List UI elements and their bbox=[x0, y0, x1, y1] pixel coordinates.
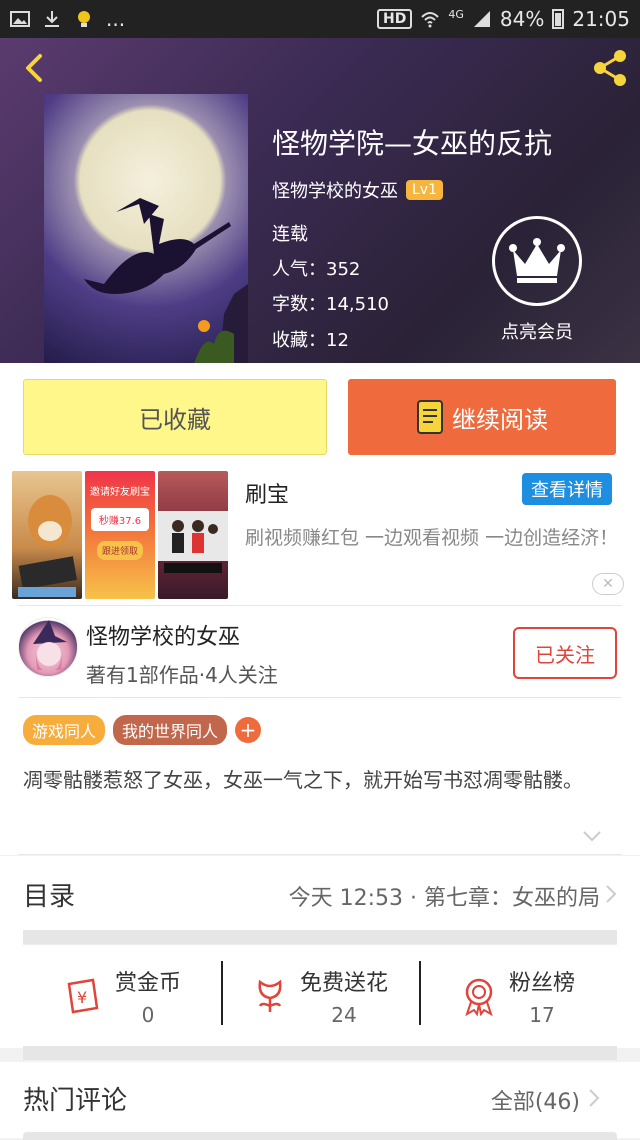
comments-chevron-icon bbox=[589, 1089, 600, 1107]
book-title: 怪物学院—女巫的反抗 bbox=[272, 127, 553, 160]
hot-comments-header[interactable]: 热门评论 全部(46) bbox=[0, 1062, 640, 1140]
witch-silhouette-illustration bbox=[84, 198, 248, 363]
book-popularity: 人气：352 bbox=[272, 259, 361, 280]
wifi-icon bbox=[421, 12, 440, 28]
ad-banner[interactable]: 邀请好友刷宝 秒赚37.6 跟进领取 刷宝 查看详情 刷视频赚红包 一边观看视频… bbox=[0, 463, 640, 605]
author-section: 怪物学校的女巫 著有1部作品·4人关注 已关注 游戏同人 我的世界同人 + 凋零… bbox=[0, 605, 640, 855]
tag-minecraft-fanfic[interactable]: 我的世界同人 bbox=[113, 715, 228, 745]
action-buttons: 已收藏 继续阅读 bbox=[0, 363, 640, 463]
battery-icon bbox=[552, 9, 565, 29]
tag-list: 游戏同人 我的世界同人 + bbox=[23, 715, 262, 745]
table-of-contents-row[interactable]: 目录 今天 12:53 · 第七章：女巫的局 bbox=[0, 856, 640, 930]
witch-avatar-illustration bbox=[33, 620, 67, 670]
continue-reading-label: 继续阅读 bbox=[452, 405, 548, 434]
send-flower-value: 24 bbox=[331, 1002, 357, 1027]
all-comments-link[interactable]: 全部(46) bbox=[491, 1084, 580, 1116]
fan-ranking-stat[interactable]: 粉丝榜 17 bbox=[419, 945, 617, 1046]
reward-coin-stat[interactable]: ¥ 赏金币 0 bbox=[23, 945, 221, 1046]
book-word-count: 字数：14,510 bbox=[272, 294, 389, 315]
toc-title: 目录 bbox=[23, 882, 76, 912]
ad-invite-amount: 秒赚37.6 bbox=[91, 508, 149, 531]
medal-icon bbox=[465, 978, 493, 1016]
expand-chevron-icon[interactable] bbox=[582, 829, 602, 843]
favorited-button[interactable]: 已收藏 bbox=[23, 379, 327, 455]
ad-invite-text: 邀请好友刷宝 bbox=[90, 487, 150, 498]
coin-icon: ¥ bbox=[67, 978, 99, 1013]
book-icon bbox=[417, 400, 443, 434]
send-flower-label: 免费送花 bbox=[299, 970, 388, 996]
stats-section: ¥ 赏金币 0 免费送花 24 粉丝榜 17 bbox=[0, 930, 640, 1048]
more-notifications: ... bbox=[106, 7, 126, 31]
send-flower-stat[interactable]: 免费送花 24 bbox=[221, 945, 419, 1046]
share-icon[interactable] bbox=[588, 46, 632, 90]
show-illustration bbox=[158, 511, 228, 573]
battery-percent: 84% bbox=[499, 7, 545, 31]
fan-ranking-label: 粉丝榜 bbox=[508, 970, 575, 996]
vip-crown-button[interactable] bbox=[492, 216, 582, 306]
book-status: 连载 bbox=[272, 224, 308, 245]
book-description: 凋零骷髅惹怒了女巫，女巫一气之下，就开始写书怼凋零骷髅。 bbox=[23, 768, 583, 792]
ad-invite-button: 跟进领取 bbox=[97, 541, 143, 560]
reward-coin-value: 0 bbox=[141, 1002, 155, 1027]
back-arrow-icon[interactable] bbox=[12, 46, 56, 90]
ad-image-show[interactable] bbox=[158, 471, 228, 599]
hot-comments-title: 热门评论 bbox=[23, 1086, 128, 1116]
crown-icon bbox=[509, 238, 565, 283]
ad-title[interactable]: 刷宝 bbox=[245, 477, 289, 509]
comment-card-edge bbox=[23, 1132, 617, 1140]
ad-description[interactable]: 刷视频赚红包 一边观看视频 一边创造经济！ bbox=[245, 525, 625, 552]
ad-image-dog[interactable] bbox=[12, 471, 82, 599]
book-favorites: 收藏：12 bbox=[272, 330, 349, 351]
book-author[interactable]: 怪物学校的女巫 Lv1 bbox=[272, 177, 443, 203]
reward-coin-label: 赏金币 bbox=[114, 970, 181, 996]
author-level-badge: Lv1 bbox=[406, 180, 443, 200]
vip-label[interactable]: 点亮会员 bbox=[492, 318, 582, 344]
svg-text:¥: ¥ bbox=[77, 988, 87, 1007]
author-name[interactable]: 怪物学校的女巫 bbox=[272, 177, 398, 203]
author-avatar[interactable] bbox=[18, 617, 78, 677]
author-summary: 著有1部作品·4人关注 bbox=[86, 663, 278, 687]
book-header: 怪物学院—女巫的反抗 怪物学校的女巫 Lv1 连载 人气：352 字数：14,5… bbox=[0, 38, 640, 363]
ad-close-icon[interactable]: ✕ bbox=[592, 573, 624, 595]
add-tag-button[interactable]: + bbox=[235, 717, 262, 743]
continue-reading-button[interactable]: 继续阅读 bbox=[348, 379, 616, 455]
author-name-detail[interactable]: 怪物学校的女巫 bbox=[86, 619, 240, 651]
section-divider bbox=[23, 1046, 617, 1060]
bulb-notification-icon bbox=[78, 11, 90, 27]
ad-details-button[interactable]: 查看详情 bbox=[522, 473, 612, 505]
dog-illustration bbox=[18, 495, 78, 597]
ad-image-invite[interactable]: 邀请好友刷宝 秒赚37.6 跟进领取 bbox=[85, 471, 155, 599]
stats-row: ¥ 赏金币 0 免费送花 24 粉丝榜 17 bbox=[23, 944, 617, 1046]
latest-chapter[interactable]: 今天 12:53 · 第七章：女巫的局 bbox=[289, 880, 600, 912]
status-bar: ... HD 4G 84% 21:05 bbox=[0, 0, 640, 38]
flower-icon bbox=[258, 979, 282, 1012]
download-notification-icon bbox=[45, 11, 59, 27]
book-cover[interactable] bbox=[44, 94, 248, 363]
follow-button[interactable]: 已关注 bbox=[513, 627, 617, 679]
toc-chevron-icon bbox=[606, 885, 617, 903]
clock: 21:05 bbox=[572, 7, 630, 31]
tag-game-fanfic[interactable]: 游戏同人 bbox=[23, 715, 106, 745]
signal-icon bbox=[473, 11, 490, 27]
network-type: 4G bbox=[448, 7, 464, 21]
fan-ranking-value: 17 bbox=[529, 1002, 555, 1027]
image-notification-icon bbox=[10, 11, 30, 27]
hd-indicator: HD bbox=[377, 9, 413, 29]
